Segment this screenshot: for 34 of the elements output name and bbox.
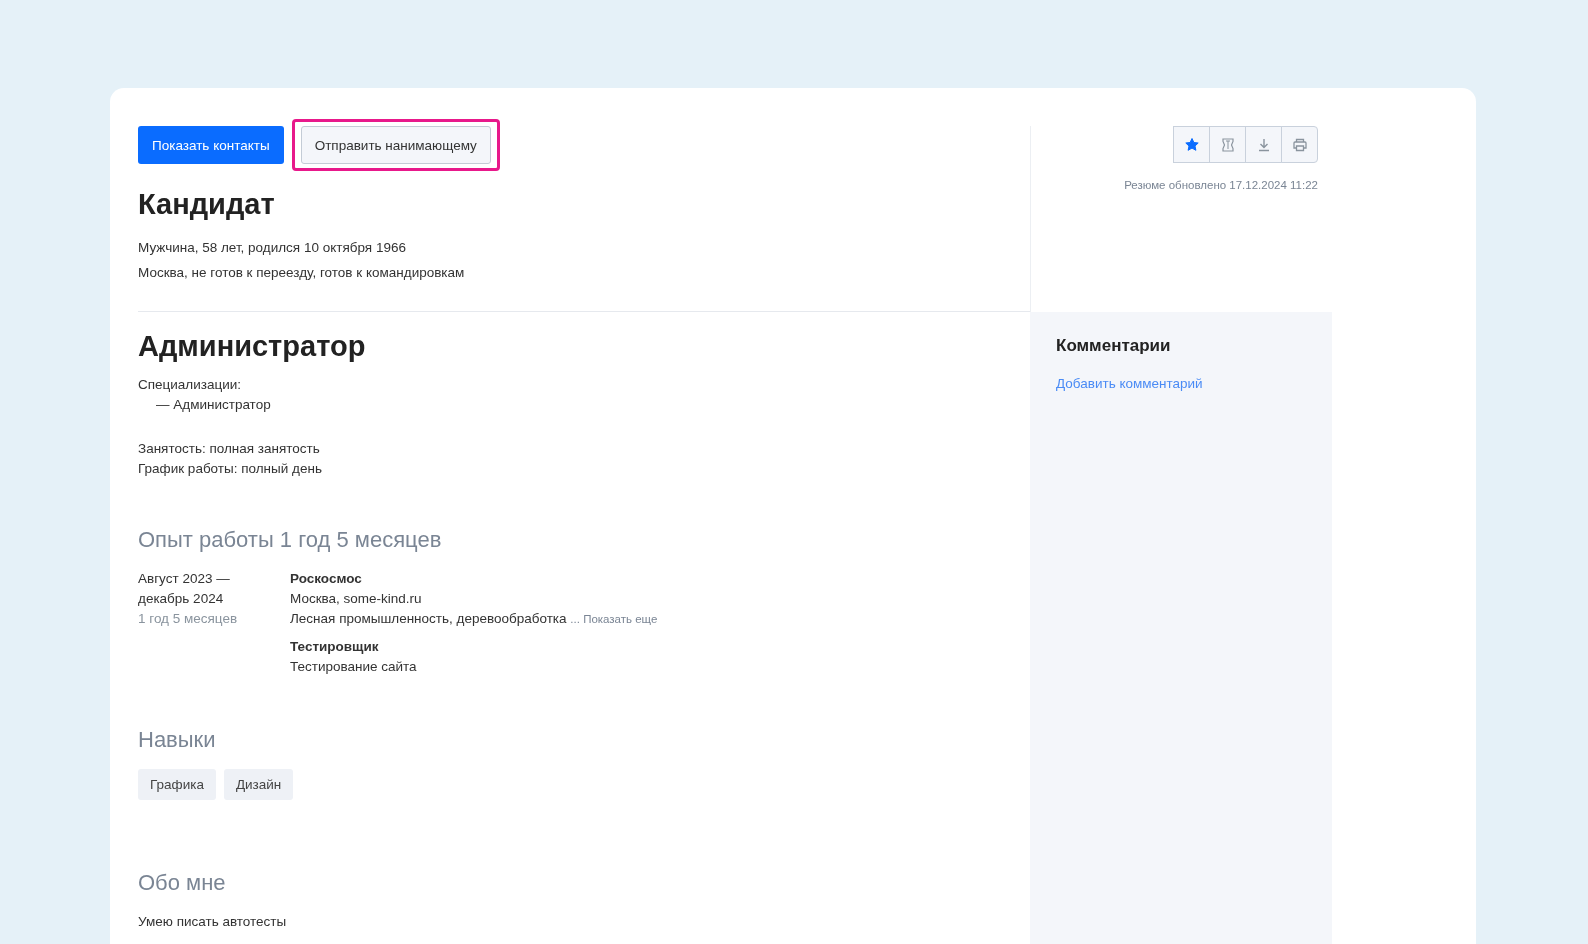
about-text: Умею писать автотесты bbox=[138, 913, 288, 931]
specializations-label: Специализации: bbox=[138, 376, 243, 394]
specialization: — Администратор bbox=[156, 396, 272, 414]
company-location: Москва, some-kind.ru bbox=[290, 590, 423, 608]
job-period: Август 2023 — декабрь 2024 bbox=[138, 570, 231, 608]
ribbon-icon bbox=[1219, 136, 1236, 153]
section-heading: Опыт работы 1 год 5 месяцев bbox=[138, 527, 443, 553]
ribbon-button[interactable] bbox=[1209, 126, 1246, 163]
candidate-detail: Москва, не готов к переезду, готов к командировкам bbox=[138, 264, 466, 282]
company-industry: Лесная промышленность, деревообработка bbox=[290, 611, 567, 626]
job-role: Тестировщик bbox=[290, 638, 380, 656]
show-contacts-button[interactable]: Показать контакты bbox=[138, 126, 284, 164]
section-heading: Навыки bbox=[138, 727, 217, 753]
job-description: Тестирование сайта bbox=[290, 658, 418, 676]
section-heading: Обо мне bbox=[138, 870, 227, 896]
print-icon bbox=[1291, 136, 1308, 153]
print-button[interactable] bbox=[1281, 126, 1318, 163]
candidate-detail: Мужчина, 58 лет, родился 10 октября 1966 bbox=[138, 239, 407, 257]
schedule-text: График работы: полный день bbox=[138, 460, 323, 478]
update-date: Резюме обновлено 17.12.2024 11:22 bbox=[1124, 179, 1318, 191]
send-button[interactable]: Отправить нанимающему bbox=[300, 126, 491, 164]
candidate-name: Кандидат bbox=[138, 188, 276, 221]
skill-tag: Дизайн bbox=[223, 769, 294, 800]
employment-text: Занятость: полная занятость bbox=[138, 440, 321, 458]
star-button[interactable] bbox=[1173, 126, 1210, 163]
job-duration: 1 год 5 месяцев bbox=[138, 610, 239, 628]
comments-heading: Комментарии bbox=[1056, 336, 1172, 356]
download-button[interactable] bbox=[1245, 126, 1282, 163]
add-comment-link[interactable]: Добавить комментарий bbox=[1056, 376, 1203, 391]
position-title: Администратор bbox=[138, 330, 367, 363]
show-more-link[interactable]: ... Показать еще bbox=[570, 613, 658, 625]
skill-tag: Графика bbox=[138, 769, 216, 800]
company-name: Роскосмос bbox=[290, 570, 363, 588]
star-icon bbox=[1183, 136, 1200, 153]
